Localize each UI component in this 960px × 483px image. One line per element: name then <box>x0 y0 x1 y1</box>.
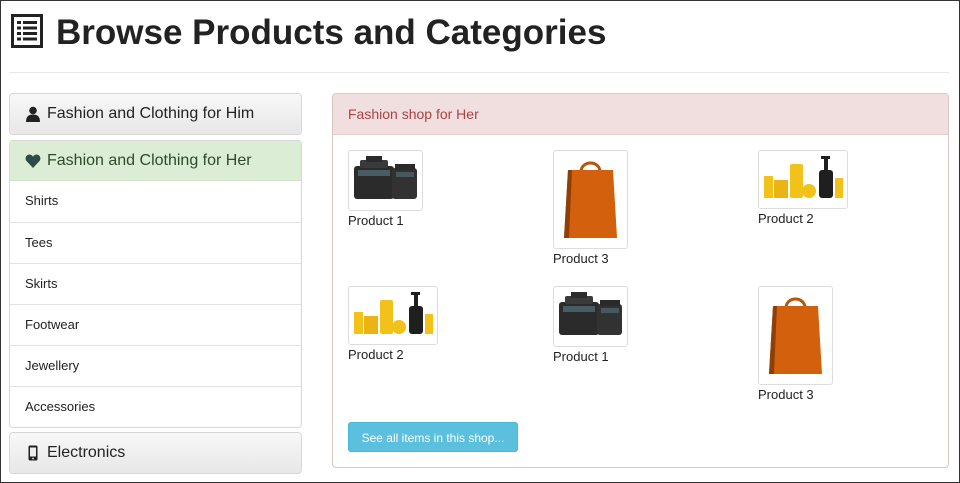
product-label[interactable]: Product 2 <box>348 347 438 362</box>
subcategory-list: Shirts Tees Skirts Footwear Jewellery Ac… <box>10 181 301 427</box>
product-thumbnail[interactable] <box>758 150 848 209</box>
product-label[interactable]: Product 2 <box>758 211 848 226</box>
category-panel-him: Fashion and Clothing for Him <box>9 93 302 135</box>
camera-image <box>354 156 417 199</box>
shop-heading: Fashion shop for Her <box>333 94 948 135</box>
category-heading-electronics[interactable]: Electronics <box>10 433 301 473</box>
product-card[interactable]: Product 3 <box>553 150 628 266</box>
category-heading-label: Fashion and Clothing for Him <box>47 105 255 122</box>
shopping-bag-image <box>564 161 617 238</box>
heart-icon <box>25 154 41 168</box>
product-card[interactable]: Product 1 <box>553 286 628 364</box>
product-thumbnail[interactable] <box>758 286 833 385</box>
shop-panel: Fashion shop for Her Product 1 Product 3 <box>332 93 949 468</box>
product-thumbnail[interactable] <box>348 150 423 211</box>
see-all-items-button[interactable]: See all items in this shop... <box>348 422 518 452</box>
category-heading-her[interactable]: Fashion and Clothing for Her <box>10 141 301 181</box>
category-heading-him[interactable]: Fashion and Clothing for Him <box>10 94 301 134</box>
product-thumbnail[interactable] <box>553 286 628 347</box>
shopping-bag-image <box>769 297 822 374</box>
category-heading-label: Fashion and Clothing for Her <box>47 151 252 169</box>
mobile-phone-icon <box>28 445 38 461</box>
subcategory-skirts[interactable]: Skirts <box>10 263 301 304</box>
subcategory-tees[interactable]: Tees <box>10 222 301 263</box>
category-panel-electronics: Electronics <box>9 432 302 474</box>
subcategory-footwear[interactable]: Footwear <box>10 304 301 345</box>
product-card[interactable]: Product 1 <box>348 150 423 228</box>
product-thumbnail[interactable] <box>553 150 628 249</box>
subcategory-jewellery[interactable]: Jewellery <box>10 345 301 386</box>
user-icon <box>26 106 40 122</box>
product-label[interactable]: Product 1 <box>553 349 628 364</box>
product-label[interactable]: Product 3 <box>553 251 628 266</box>
product-card[interactable]: Product 3 <box>758 286 833 402</box>
product-thumbnail[interactable] <box>348 286 438 345</box>
list-icon <box>11 14 43 48</box>
product-card[interactable]: Product 2 <box>348 286 438 362</box>
page-title: Browse Products and Categories <box>56 13 607 52</box>
cosmetics-image <box>764 156 843 198</box>
product-card[interactable]: Product 2 <box>758 150 848 226</box>
product-label[interactable]: Product 1 <box>348 213 423 228</box>
cosmetics-image <box>354 292 433 334</box>
category-heading-label: Electronics <box>47 444 126 461</box>
product-label[interactable]: Product 3 <box>758 387 833 402</box>
subcategory-accessories[interactable]: Accessories <box>10 386 301 427</box>
camera-image <box>559 292 622 335</box>
subcategory-shirts[interactable]: Shirts <box>10 181 301 222</box>
category-panel-her: Fashion and Clothing for Her Shirts Tees… <box>9 140 302 428</box>
page-header: Browse Products and Categories <box>9 11 949 73</box>
